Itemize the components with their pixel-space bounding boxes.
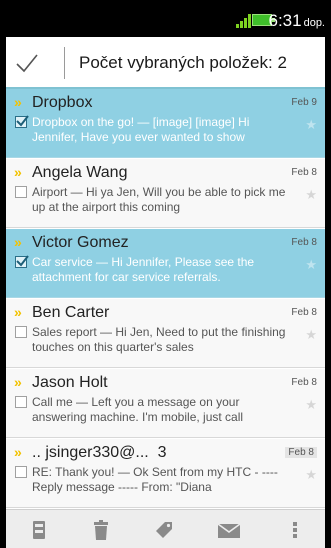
message-sender: Angela Wang (32, 164, 128, 181)
message-preview: RE: Thank you! — Ok Sent from my HTC - -… (32, 465, 278, 494)
message-date: Feb 8 (291, 307, 317, 318)
move-to-folder-icon[interactable] (28, 519, 50, 541)
star-icon[interactable]: ★ (305, 397, 317, 413)
star-icon[interactable]: ★ (305, 117, 317, 133)
action-bar-divider (64, 47, 65, 79)
message-row-victor-gomez[interactable]: » Victor Gomez Feb 8 Car service — Hi Je… (6, 229, 325, 298)
row-checkbox[interactable] (15, 396, 27, 408)
overflow-menu-icon[interactable] (290, 519, 300, 541)
star-icon[interactable]: ★ (305, 187, 317, 203)
signal-strength-icon (236, 14, 251, 28)
star-icon[interactable]: ★ (305, 467, 317, 483)
message-preview: Airport — Hi ya Jen, Will you be able to… (32, 185, 286, 214)
message-preview: Car service — Hi Jennifer, Please see th… (32, 255, 255, 284)
priority-chevron-icon: » (14, 234, 22, 250)
message-list: » Dropbox Feb 9 Dropbox on the go! — [im… (6, 89, 325, 509)
star-icon[interactable]: ★ (305, 257, 317, 273)
message-date: Feb 8 (285, 447, 317, 458)
status-bar: 6:31 dop. (0, 0, 331, 37)
row-checkbox[interactable] (15, 115, 29, 128)
message-row-dropbox[interactable]: » Dropbox Feb 9 Dropbox on the go! — [im… (6, 89, 325, 158)
message-preview: Dropbox on the go! — [image] [image] Hi … (32, 115, 250, 144)
message-sender-name: .. jsinger330@... (32, 444, 149, 461)
bottom-toolbar (6, 509, 325, 548)
selection-count-title: Počet vybraných položek: 2 (79, 53, 287, 72)
message-sender: Ben Carter (32, 304, 110, 321)
message-sender: Victor Gomez (32, 234, 129, 251)
message-date: Feb 8 (291, 167, 317, 178)
message-row-ben-carter[interactable]: » Ben Carter Feb 8 Sales report — Hi Jen… (6, 299, 325, 368)
message-sender: .. jsinger330@... 3 (32, 444, 167, 462)
priority-chevron-icon: » (14, 164, 22, 180)
row-checkbox[interactable] (15, 326, 27, 338)
check-icon[interactable] (14, 50, 40, 76)
message-date: Feb 9 (291, 97, 317, 108)
priority-chevron-icon: » (14, 374, 22, 390)
message-sender: Dropbox (32, 94, 93, 111)
message-sender: Jason Holt (32, 374, 108, 391)
label-icon[interactable] (153, 519, 175, 541)
message-row-angela-wang[interactable]: » Angela Wang Feb 8 Airport — Hi ya Jen,… (6, 159, 325, 228)
checkmark-icon (16, 255, 29, 267)
row-checkbox[interactable] (15, 255, 29, 268)
priority-chevron-icon: » (14, 94, 22, 110)
thread-count: 3 (157, 444, 167, 461)
message-date: Feb 8 (291, 237, 317, 248)
clock-ampm: dop. (303, 17, 325, 29)
priority-chevron-icon: » (14, 304, 22, 320)
checkmark-icon (16, 115, 29, 127)
row-checkbox[interactable] (15, 466, 27, 478)
selection-action-bar: Počet vybraných položek: 2 (6, 37, 325, 89)
message-row-jsinger330[interactable]: » .. jsinger330@... 3 Feb 8 RE: Thank yo… (6, 439, 325, 508)
delete-icon[interactable] (90, 519, 112, 541)
message-date: Feb 8 (291, 377, 317, 388)
mark-read-icon[interactable] (216, 519, 242, 541)
message-preview: Sales report — Hi Jen, Need to put the f… (32, 325, 286, 354)
message-row-jason-holt[interactable]: » Jason Holt Feb 8 Call me — Left you a … (6, 369, 325, 438)
clock: 6:31 dop. (268, 11, 325, 31)
priority-chevron-icon: » (14, 444, 22, 460)
star-icon[interactable]: ★ (305, 327, 317, 343)
message-preview: Call me — Left you a message on your ans… (32, 395, 244, 424)
row-checkbox[interactable] (15, 186, 27, 198)
clock-time: 6:31 (268, 11, 302, 30)
